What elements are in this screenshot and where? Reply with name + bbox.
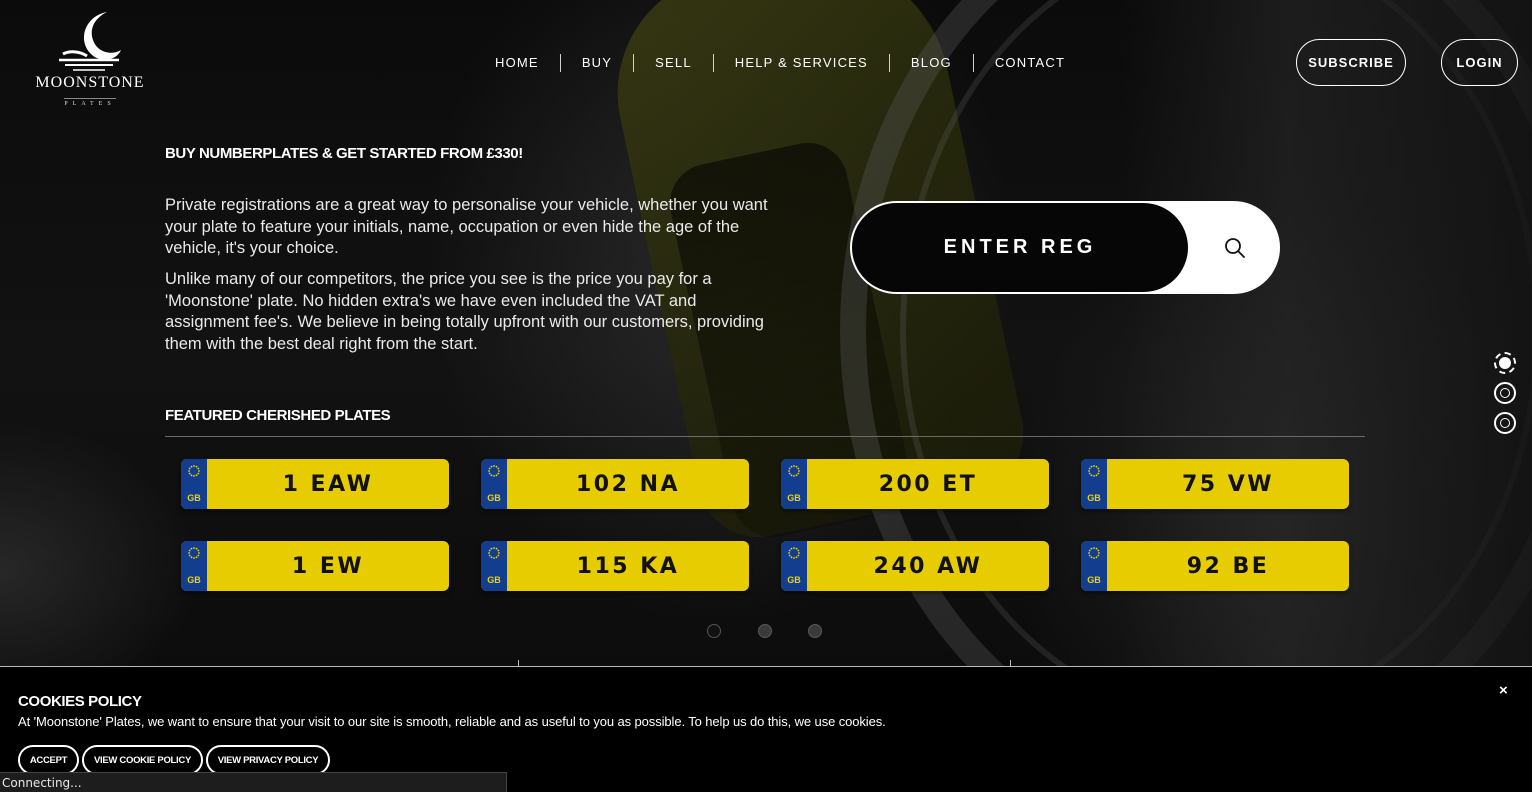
intro-paragraph-1: Private registrations are a great way to… xyxy=(165,196,768,257)
section-divider-tick xyxy=(518,660,519,667)
plate-registration: 1 EW xyxy=(291,553,365,579)
eu-stars-icon xyxy=(488,465,500,477)
plate-country-code: GB xyxy=(187,493,201,503)
search-icon xyxy=(1225,237,1245,258)
plate-country-code: GB xyxy=(487,493,501,503)
plate-registration: 240 AW xyxy=(873,553,983,579)
carousel-dot-1[interactable] xyxy=(707,624,721,638)
featured-plates-title: FEATURED CHERISHED PLATES xyxy=(165,407,391,424)
section-dot-1[interactable] xyxy=(1494,352,1516,374)
reg-search: ENTER REG xyxy=(850,201,1280,294)
eu-stars-icon xyxy=(188,547,200,559)
moon-logo-icon xyxy=(59,12,121,71)
nav-sell[interactable]: SELL xyxy=(634,54,714,72)
number-plate[interactable]: GB 1 EW xyxy=(181,541,449,591)
eu-stars-icon xyxy=(488,547,500,559)
intro-headline: BUY NUMBERPLATES & GET STARTED FROM £330… xyxy=(165,145,523,162)
nav-home[interactable]: HOME xyxy=(474,54,561,72)
number-plate[interactable]: GB 200 ET xyxy=(781,459,1049,509)
plate-country-band: GB xyxy=(1081,459,1107,509)
browser-status-bar: Connecting... xyxy=(0,772,507,792)
plate-registration: 75 VW xyxy=(1181,471,1275,497)
plate-country-code: GB xyxy=(487,575,501,585)
plate-registration: 102 NA xyxy=(575,471,681,497)
eu-stars-icon xyxy=(788,465,800,477)
close-icon[interactable]: × xyxy=(1499,682,1508,699)
logo-subtitle: PLATES xyxy=(64,98,116,107)
cookie-text: At 'Moonstone' Plates, we want to ensure… xyxy=(18,714,886,729)
plate-country-code: GB xyxy=(187,575,201,585)
plate-registration: 1 EAW xyxy=(282,471,374,497)
nav-help-services[interactable]: HELP & SERVICES xyxy=(714,54,890,72)
logo-name: MOONSTONE xyxy=(35,74,145,91)
nav-buy[interactable]: BUY xyxy=(561,54,635,72)
site-logo[interactable]: MOONSTONE PLATES xyxy=(26,10,154,114)
eu-stars-icon xyxy=(788,547,800,559)
plate-country-code: GB xyxy=(787,575,801,585)
plate-country-band: GB xyxy=(781,459,807,509)
plate-country-band: GB xyxy=(781,541,807,591)
carousel-dot-3[interactable] xyxy=(808,624,822,638)
view-cookie-policy-button[interactable]: VIEW COOKIE POLICY xyxy=(82,745,203,775)
plate-country-band: GB xyxy=(1081,541,1107,591)
plate-country-code: GB xyxy=(787,493,801,503)
main-nav: HOME BUY SELL HELP & SERVICES BLOG CONTA… xyxy=(474,53,1086,73)
number-plate[interactable]: GB 115 KA xyxy=(481,541,749,591)
background-wheel-shadow xyxy=(0,420,200,670)
plate-country-band: GB xyxy=(181,541,207,591)
section-dot-2[interactable] xyxy=(1494,382,1516,404)
intro-paragraph-2: Unlike many of our competitors, the pric… xyxy=(165,270,764,353)
number-plate[interactable]: GB 75 VW xyxy=(1081,459,1349,509)
number-plate[interactable]: GB 240 AW xyxy=(781,541,1049,591)
plate-registration: 200 ET xyxy=(878,471,978,497)
reg-search-input[interactable]: ENTER REG xyxy=(852,203,1188,292)
plate-country-band: GB xyxy=(481,541,507,591)
login-button[interactable]: LOGIN xyxy=(1441,39,1518,86)
reg-search-button[interactable] xyxy=(1190,201,1280,294)
accept-cookies-button[interactable]: ACCEPT xyxy=(18,745,79,775)
section-dot-3[interactable] xyxy=(1494,412,1516,434)
plate-registration: 92 BE xyxy=(1186,553,1270,579)
eu-stars-icon xyxy=(188,465,200,477)
plate-country-code: GB xyxy=(1087,493,1101,503)
cookie-title: COOKIES POLICY xyxy=(18,693,142,710)
plate-country-band: GB xyxy=(481,459,507,509)
eu-stars-icon xyxy=(1088,547,1100,559)
number-plate[interactable]: GB 102 NA xyxy=(481,459,749,509)
plate-registration: 115 KA xyxy=(576,553,680,579)
featured-divider xyxy=(165,436,1365,437)
subscribe-button[interactable]: SUBSCRIBE xyxy=(1296,39,1406,86)
view-privacy-policy-button[interactable]: VIEW PRIVACY POLICY xyxy=(206,745,330,775)
section-divider-tick xyxy=(1010,660,1011,667)
number-plate[interactable]: GB 92 BE xyxy=(1081,541,1349,591)
nav-blog[interactable]: BLOG xyxy=(890,54,974,72)
carousel-dot-2[interactable] xyxy=(758,624,772,638)
plate-country-band: GB xyxy=(181,459,207,509)
eu-stars-icon xyxy=(1088,465,1100,477)
number-plate[interactable]: GB 1 EAW xyxy=(181,459,449,509)
plate-country-code: GB xyxy=(1087,575,1101,585)
nav-contact[interactable]: CONTACT xyxy=(974,54,1086,72)
